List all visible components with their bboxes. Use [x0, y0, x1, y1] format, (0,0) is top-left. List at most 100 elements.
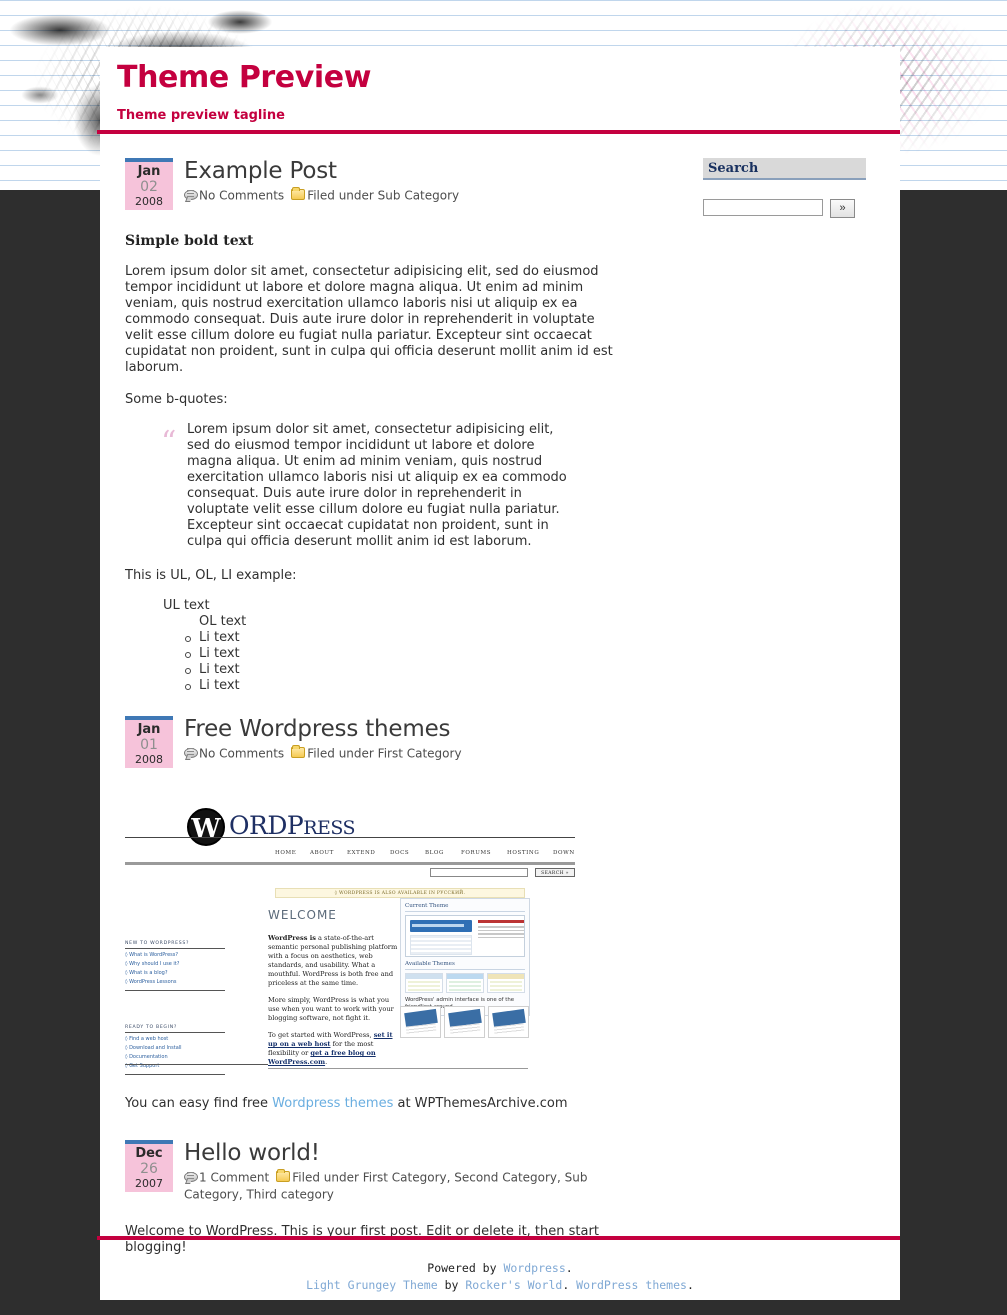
wp-sidebar-rule [125, 990, 225, 991]
wp-intro-paragraph-3: To get started with WordPress, set it up… [268, 1031, 393, 1066]
wp-theme-thumb [446, 973, 484, 993]
filed-under-label: Filed under [307, 188, 374, 203]
comment-bubble-icon [184, 190, 198, 200]
folder-icon [291, 187, 306, 200]
post-header: Jan 02 2008 Example Post No Comments File… [125, 158, 625, 210]
site-title[interactable]: Theme Preview [117, 61, 900, 95]
wp-theme-thumbs-row [405, 973, 525, 993]
search-submit-button[interactable]: » [830, 199, 855, 218]
post-categories[interactable]: Sub Category [378, 189, 459, 203]
wp-sidebar-title: READY TO BEGIN? [125, 1025, 225, 1033]
footer-line-2: Light Grungey Theme by Rocker's World. W… [100, 1277, 900, 1294]
date-month: Jan [137, 722, 161, 737]
wp-thumbnail [444, 1006, 485, 1038]
footer-author-link[interactable]: Rocker's World [465, 1278, 562, 1292]
wordpress-themes-link[interactable]: Wordpress themes [272, 1096, 393, 1111]
footer-period: . [565, 1261, 573, 1275]
date-day: 01 [140, 737, 158, 753]
wordmark-ress: RESS [303, 817, 356, 839]
wp-logo-row: W ORDPRESS [125, 806, 575, 846]
post-headings: Free Wordpress themes No Comments Filed u… [184, 716, 625, 762]
blockquote-text: Lorem ipsum dolor sit amet, consectetur … [187, 422, 567, 549]
comments-count[interactable]: 1 Comment [199, 1171, 269, 1185]
wp-sidebar-link: ◊ Documentation [125, 1054, 168, 1060]
search-input[interactable] [703, 199, 823, 216]
wp-bottom-rule-right [268, 1068, 528, 1069]
wp-sidebar-new-to-wordpress: NEW TO WORDPRESS? ◊ What is WordPress? ◊… [125, 941, 225, 991]
wp-available-themes-label: Available Themes [405, 957, 525, 970]
list-example: UL text OL text Li text Li text Li text … [125, 598, 625, 694]
footer-divider [97, 1236, 900, 1240]
comment-bubble-icon [184, 1172, 198, 1182]
post-headings: Hello world! 1 Comment Filed under First … [184, 1140, 625, 1202]
page-container: Theme Preview Theme preview tagline Jan … [97, 47, 900, 1300]
wp-intro-text: WordPress is a state-of-the-art semantic… [268, 934, 398, 1075]
post-title[interactable]: Example Post [184, 158, 625, 184]
list-item: Li text [185, 662, 625, 678]
post-title[interactable]: Hello world! [184, 1140, 625, 1166]
wp-thumbnail [488, 1006, 529, 1038]
wp-sidebar-rule [125, 1074, 225, 1075]
wp-nav-forums: FORUMS [461, 850, 492, 856]
wordmark-p: P [286, 811, 304, 840]
date-month: Jan [137, 164, 161, 179]
wp-theme-thumb [405, 973, 443, 993]
wp-nav-home: HOME [275, 850, 297, 856]
footer-line-1: Powered by Wordpress. [100, 1260, 900, 1277]
wp-search-field [430, 868, 528, 877]
post-example-post: Jan 02 2008 Example Post No Comments File… [125, 158, 625, 694]
date-day: 26 [140, 1161, 158, 1177]
wp-thumbnail [400, 1006, 441, 1038]
wp-intro-paragraph-1: WordPress is a state-of-the-art semantic… [268, 934, 398, 987]
powered-by-label: Powered by [427, 1261, 504, 1275]
wordpress-site-screenshot: W ORDPRESS HOME ABOUT EXTEND DOCS BLOG F… [125, 806, 575, 1078]
post-paragraph-2: Some b-quotes: [125, 392, 228, 407]
post-paragraph-3: This is UL, OL, LI example: [125, 568, 297, 583]
post-blockquote: “ Lorem ipsum dolor sit amet, consectetu… [161, 422, 575, 550]
wp-bottom-thumbnails [400, 1006, 530, 1038]
wp-nav-blog: BLOG [425, 850, 444, 856]
post-free-wordpress-themes: Jan 01 2008 Free Wordpress themes No Com… [125, 716, 625, 1112]
wp-bottom-rule-left [125, 1064, 268, 1065]
wordpress-logo-icon: W [187, 808, 225, 846]
wp-sidebar-link: ◊ Find a web host [125, 1036, 169, 1042]
footer-end-period: . [686, 1278, 694, 1292]
post-title[interactable]: Free Wordpress themes [184, 716, 625, 742]
post-meta: 1 Comment Filed under First Category, Sec… [184, 1169, 625, 1202]
footer-theme-link[interactable]: Light Grungey Theme [306, 1278, 438, 1292]
themes-caption: You can easy find free Wordpress themes … [125, 1096, 625, 1112]
comments-count[interactable]: No Comments [199, 189, 284, 203]
wp-welcome-heading: WELCOME [268, 908, 337, 922]
date-month: Dec [135, 1146, 163, 1161]
wp-sidebar-link: ◊ Download and Install [125, 1045, 182, 1051]
footer-separator: . [562, 1278, 577, 1292]
wordpress-wordmark: ORDPRESS [229, 811, 356, 840]
wp-sidebar-ready-to-begin: READY TO BEGIN? ◊ Find a web host ◊ Down… [125, 1025, 225, 1075]
wp-nav-hosting: HOSTING [507, 850, 540, 856]
folder-icon [291, 745, 306, 758]
wp-search-button: SEARCH » [535, 868, 575, 877]
wp-nav-download: DOWNLOAD [553, 850, 575, 856]
search-widget: Search » [703, 158, 866, 218]
thumb-content-rows [410, 935, 472, 955]
comment-bubble-icon [184, 748, 198, 758]
post-header: Dec 26 2007 Hello world! 1 Comment Filed … [125, 1140, 625, 1202]
date-year: 2008 [135, 195, 163, 208]
wp-nav-about: ABOUT [310, 850, 334, 856]
main-content-column: Jan 02 2008 Example Post No Comments File… [125, 158, 625, 1260]
caption-suffix: at WPThemesArchive.com [393, 1096, 568, 1111]
wp-current-theme-thumb [405, 915, 525, 957]
footer-wordpress-link[interactable]: Wordpress [503, 1261, 565, 1275]
date-year: 2008 [135, 753, 163, 766]
filed-under-label: Filed under [307, 746, 374, 761]
wp-top-rule [125, 837, 575, 838]
thumb-side-text [478, 920, 524, 954]
post-meta: No Comments Filed under Sub Category [184, 187, 625, 204]
post-categories[interactable]: First Category [378, 747, 462, 761]
wp-sidebar-link: ◊ Why should I use it? [125, 961, 180, 967]
footer-themes-link[interactable]: WordPress themes [576, 1278, 687, 1292]
post-meta: No Comments Filed under First Category [184, 745, 625, 762]
site-footer: Powered by Wordpress. Light Grungey Them… [100, 1260, 900, 1294]
comments-count[interactable]: No Comments [199, 747, 284, 761]
wp-nav-rule [125, 862, 575, 865]
